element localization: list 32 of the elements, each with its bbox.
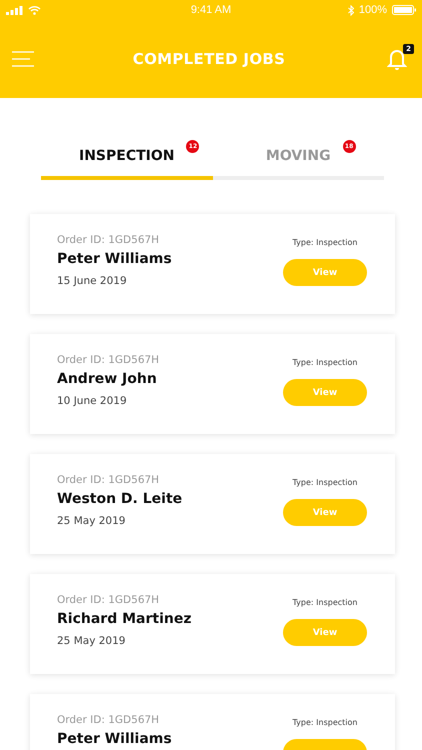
job-date: 10 June 2019 [57,395,128,407]
bluetooth-icon [348,4,354,16]
job-type: Type: Inspection [292,358,358,367]
job-type: Type: Inspection [292,718,358,727]
job-type: Type: Inspection [292,238,358,247]
job-date: 15 June 2019 [57,275,128,287]
menu-icon[interactable] [12,51,34,67]
signal-icon [6,6,23,14]
bell-icon[interactable] [387,48,407,70]
battery-icon [392,5,416,15]
customer-name: Richard Martinez [57,611,192,627]
job-type: Type: Inspection [292,598,358,607]
view-button[interactable]: View [283,619,367,646]
page-title: COMPLETED JOBS [132,50,286,68]
status-time: 9:41 AM [190,4,232,16]
customer-name: Weston D. Leite [57,491,182,507]
view-button[interactable]: View [283,379,367,406]
job-type: Type: Inspection [292,478,358,487]
battery-percent: 100% [358,4,387,16]
wifi-icon [28,5,41,15]
view-button[interactable]: View [283,499,367,526]
order-id: Order ID: 1GD567H [57,234,160,246]
order-id: Order ID: 1GD567H [57,474,160,486]
order-id: Order ID: 1GD567H [57,354,160,366]
customer-name: Andrew John [57,371,158,387]
customer-name: Peter Williams [57,731,172,747]
customer-name: Peter Williams [57,251,172,267]
view-button[interactable]: View [283,259,367,286]
order-id: Order ID: 1GD567H [57,714,160,726]
order-id: Order ID: 1GD567H [57,594,160,606]
job-date: 25 May 2019 [57,635,126,647]
job-date: 25 May 2019 [57,515,126,527]
